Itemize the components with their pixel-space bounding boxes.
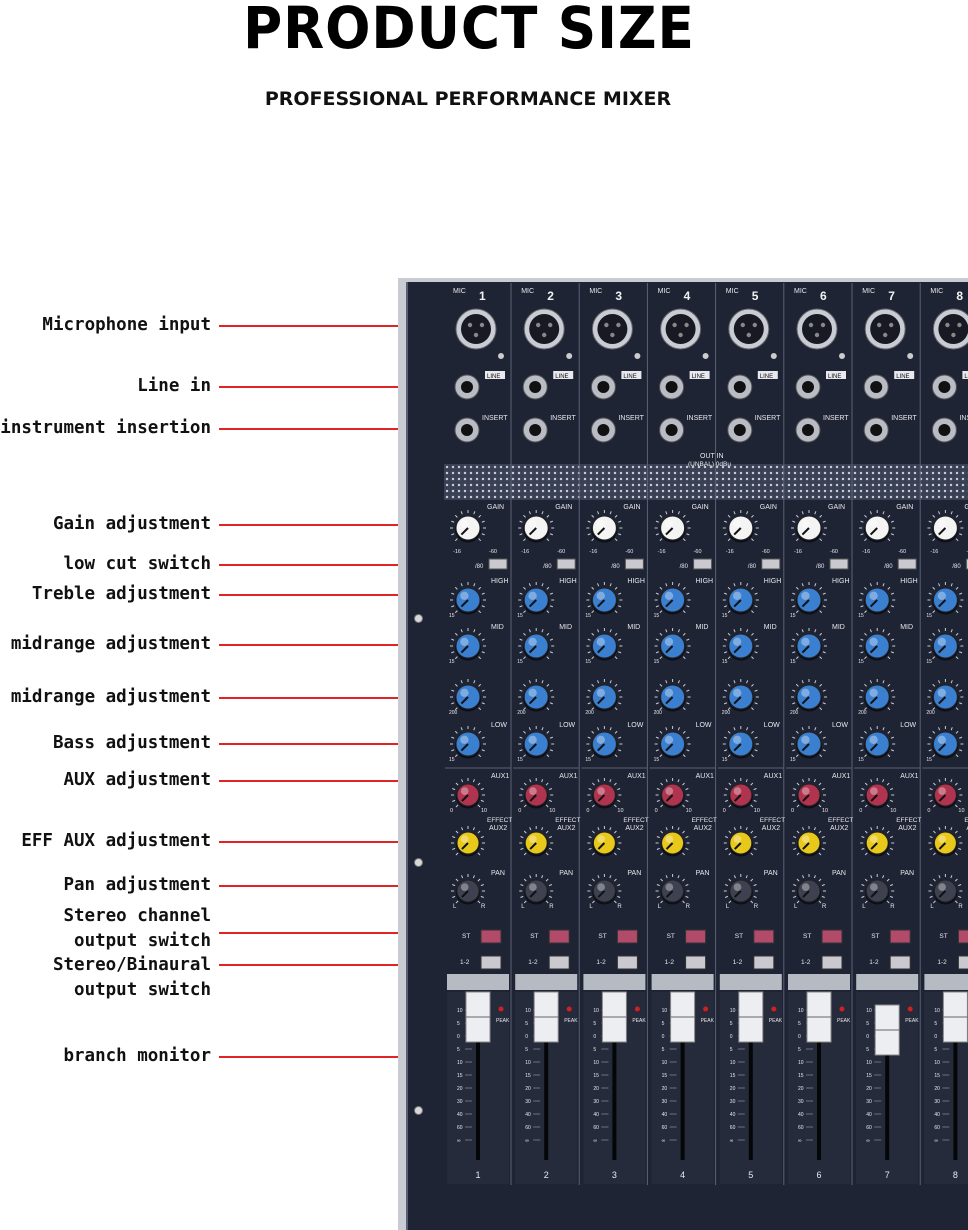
callout-label: branch monitor xyxy=(63,1046,211,1066)
screw-icon xyxy=(414,1106,423,1115)
vent-grille xyxy=(444,464,968,500)
page-subtitle: PROFESSIONAL PERFORMANCE MIXER xyxy=(264,88,672,110)
callout-label: Treble adjustment xyxy=(31,584,211,604)
callout-label: AUX adjustment xyxy=(63,770,211,790)
callout-label: midrange adjustment xyxy=(10,634,211,654)
callout-label: Pan adjustment xyxy=(63,875,211,895)
callout-label: Bass adjustment xyxy=(52,733,211,753)
callout-label: instrument insertion xyxy=(0,418,211,438)
callout-label: Line in xyxy=(137,376,211,396)
mixer-image xyxy=(398,278,968,1230)
screw-icon xyxy=(414,614,423,623)
callout-label: midrange adjustment xyxy=(10,687,211,707)
callout-label: Stereo/Binaural output switch xyxy=(52,955,211,1000)
page-title: PRODUCT SIZE xyxy=(243,0,695,62)
callout-label: Stereo channel output switch xyxy=(63,906,211,951)
mixer-panel xyxy=(406,282,968,1230)
callout-label: EFF AUX adjustment xyxy=(21,831,211,851)
callout-label: Gain adjustment xyxy=(52,514,211,534)
screw-icon xyxy=(414,858,423,867)
callout-label: Microphone input xyxy=(42,315,211,335)
callout-label: low cut switch xyxy=(63,554,211,574)
